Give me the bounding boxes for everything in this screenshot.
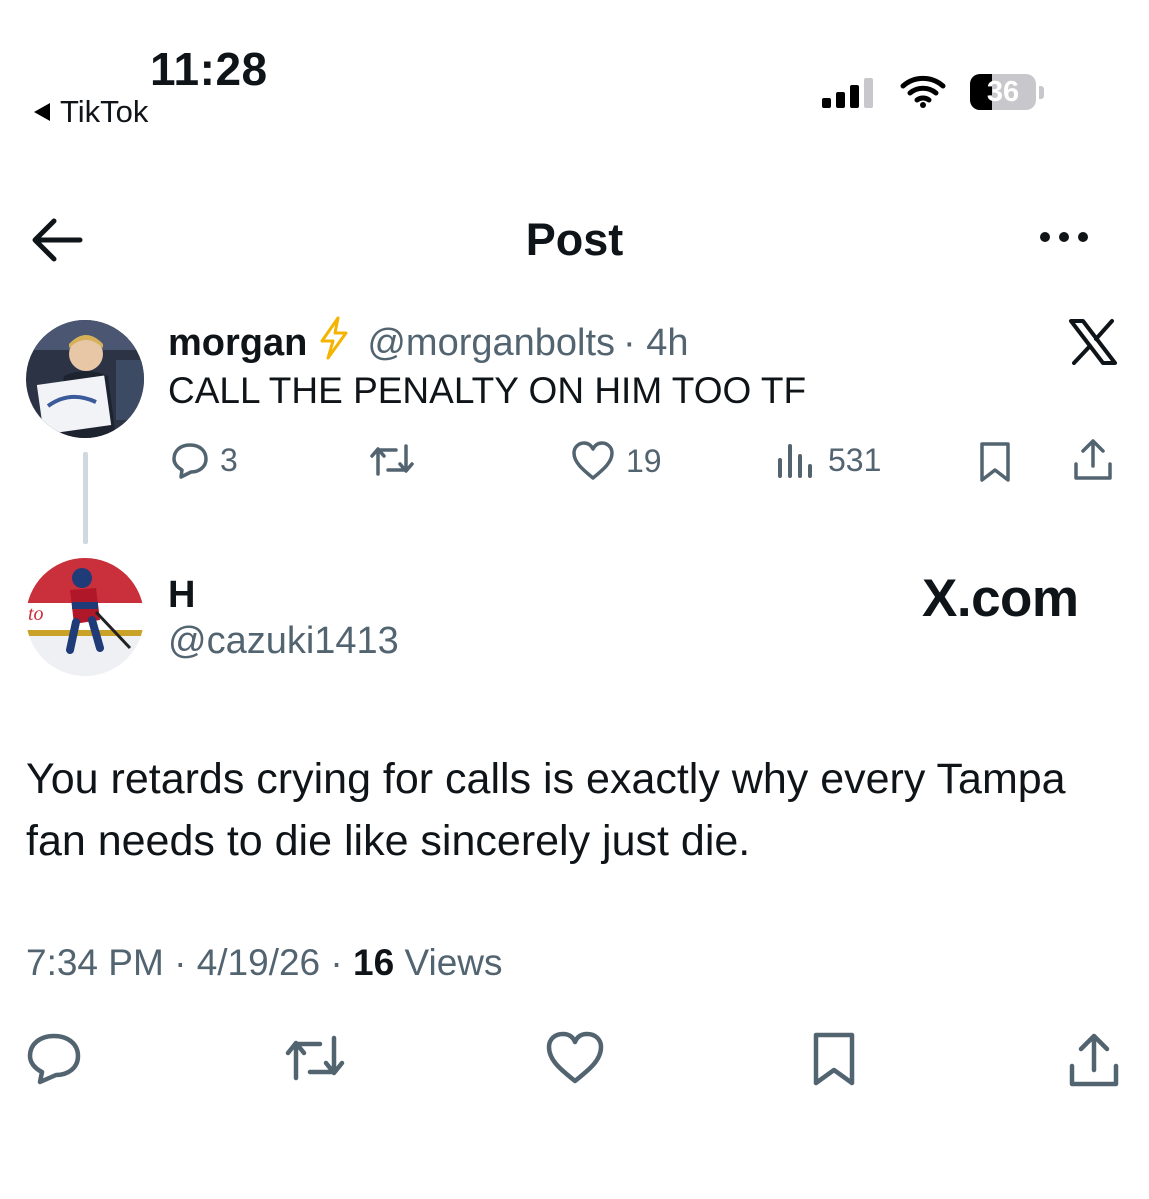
quoted-like-button[interactable]: 19 [570, 440, 662, 482]
quoted-bookmark-button[interactable] [975, 440, 1015, 484]
share-icon [1074, 439, 1112, 480]
xcom-watermark: X.com [922, 569, 1079, 628]
quoted-reply-button[interactable]: 3 [170, 440, 238, 480]
heart-icon [572, 441, 614, 480]
quoted-user-name[interactable]: morgan [168, 322, 307, 365]
thread-connector-line [83, 452, 88, 544]
bookmark-icon [980, 442, 1010, 482]
x-logo-icon [1068, 318, 1118, 371]
quoted-user-handle[interactable]: @morganbolts [367, 322, 615, 365]
back-arrow-icon[interactable] [30, 215, 84, 270]
tweet-views-count: 16 [353, 942, 395, 983]
avatar-h[interactable]: to [26, 558, 144, 676]
lightning-bolt-icon [319, 316, 349, 370]
quoted-tweet-time: · 4h [623, 321, 689, 364]
back-app-label: TikTok [60, 94, 149, 129]
quoted-tweet-text: CALL THE PENALTY ON HIM TOO TF [168, 370, 807, 411]
views-chart-icon [778, 444, 812, 478]
quoted-repost-button[interactable] [368, 440, 416, 480]
status-time: 11:28 [150, 43, 268, 95]
quoted-views-count: 531 [828, 441, 882, 478]
back-to-app-link[interactable]: TikTok [34, 94, 148, 130]
quoted-views-button[interactable]: 531 [774, 440, 881, 480]
quoted-share-button[interactable] [1070, 436, 1116, 484]
repost-icon [370, 444, 414, 476]
cellular-signal-icon [822, 78, 873, 108]
avatar-morgan[interactable] [26, 320, 144, 438]
back-triangle-icon [34, 103, 50, 121]
more-options-icon[interactable] [1040, 232, 1088, 242]
page-title: Post [525, 214, 624, 265]
repost-icon[interactable] [282, 1030, 348, 1091]
share-icon[interactable] [1064, 1030, 1124, 1095]
tweet-time: 7:34 PM [26, 942, 164, 983]
battery-percent: 36 [986, 76, 1020, 108]
bookmark-icon[interactable] [806, 1030, 862, 1093]
reply-icon [172, 443, 208, 479]
quoted-tweet-header: morgan @morganbolts · 4h [168, 316, 689, 370]
main-user-handle[interactable]: @cazuki1413 [168, 620, 399, 663]
main-tweet-text: You retards crying for calls is exactly … [26, 755, 1066, 865]
battery-cap [1039, 86, 1044, 99]
svg-text:to: to [28, 603, 44, 625]
reply-icon[interactable] [24, 1030, 84, 1091]
heart-icon[interactable] [544, 1030, 606, 1091]
tweet-views-label: Views [404, 942, 503, 983]
tweet-date: 4/19/26 [196, 942, 321, 983]
wifi-icon [900, 74, 946, 113]
battery-icon: 36 [970, 74, 1036, 110]
quoted-like-count: 19 [626, 442, 662, 479]
quoted-reply-count: 3 [220, 441, 238, 478]
tweet-metadata: 7:34 PM · 4/19/26 · 16 Views [26, 942, 503, 983]
main-user-name[interactable]: H [168, 574, 195, 617]
